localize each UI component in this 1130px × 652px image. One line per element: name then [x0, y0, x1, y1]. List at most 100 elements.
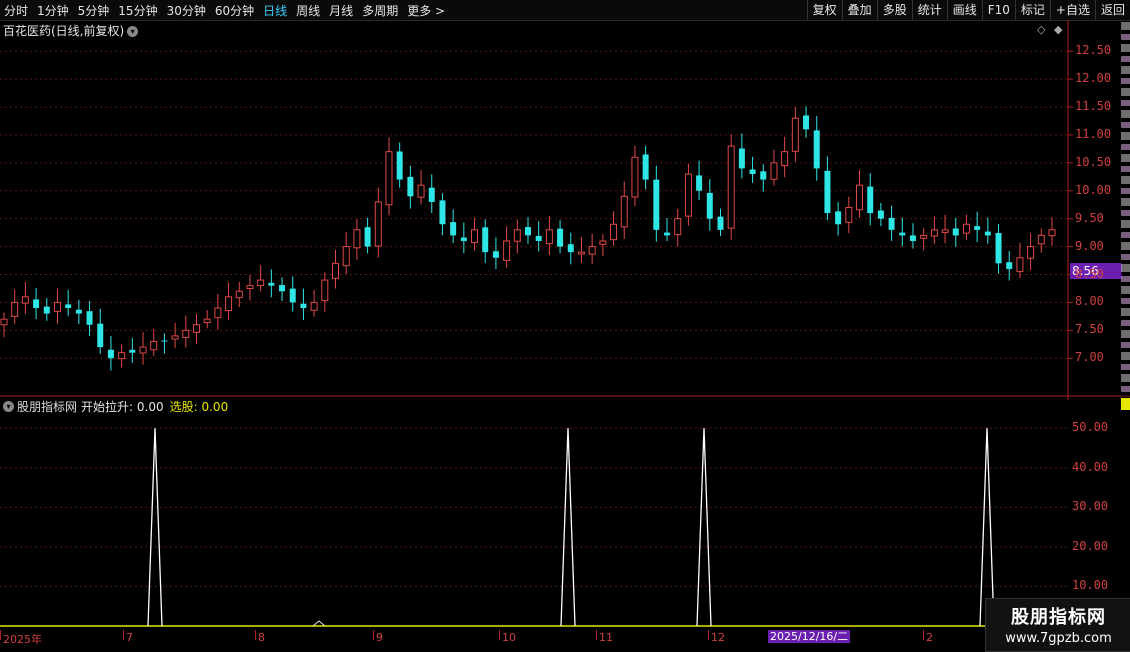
candle-body: [129, 349, 136, 353]
candle-body: [43, 306, 50, 314]
candle-body: [513, 229, 521, 242]
candle-body: [706, 192, 713, 219]
candle-body: [439, 200, 446, 225]
candle-body: [696, 175, 703, 191]
candle-body: [930, 229, 938, 237]
candle-body: [599, 240, 607, 245]
candle-body: [279, 285, 286, 292]
field2-label: 选股:: [169, 400, 198, 414]
date-tick-label: 8: [258, 631, 265, 644]
candle-body: [235, 290, 243, 299]
candle-body: [813, 130, 820, 169]
candle-body: [803, 115, 810, 130]
candle-body: [353, 229, 361, 249]
candle-body: [33, 299, 40, 308]
candle-body: [118, 352, 126, 360]
candle-body: [97, 323, 104, 348]
candle-body: [545, 229, 553, 245]
candle-body: [962, 223, 970, 234]
candle-body: [300, 303, 307, 308]
candle-body: [0, 318, 8, 326]
cursor-date: 2025/12/16/二: [768, 630, 851, 643]
candle-body: [471, 229, 479, 244]
candle-body: [738, 148, 745, 169]
candle-body: [577, 251, 585, 255]
candle-body: [268, 282, 275, 286]
candle-body: [482, 227, 489, 253]
indicator-flag: [1121, 398, 1130, 410]
candle-body: [664, 232, 671, 236]
candle-body: [289, 288, 296, 303]
candle-body: [171, 335, 179, 340]
candle-body: [1027, 246, 1035, 259]
candle-body: [65, 304, 72, 308]
candle-body: [727, 145, 735, 229]
candle-body: [385, 151, 393, 206]
candle-body: [845, 207, 853, 223]
watermark-title: 股朋指标网: [1011, 607, 1106, 628]
date-tick-label: 9: [376, 631, 383, 644]
candle-body: [717, 216, 724, 230]
candle-body: [342, 246, 350, 267]
candle-body: [877, 210, 884, 219]
candle-body: [856, 184, 864, 211]
candle-body: [364, 227, 371, 247]
candle-body: [75, 309, 82, 314]
candle-body: [150, 341, 158, 351]
candle-body: [567, 244, 574, 253]
candle-body: [781, 151, 789, 167]
candle-body: [1006, 262, 1013, 269]
candle-body: [760, 171, 767, 180]
candle-body: [920, 234, 928, 239]
candle-body: [984, 231, 991, 236]
candle-body: [492, 251, 499, 258]
candle-body: [867, 186, 874, 214]
indicator-spike: [560, 428, 576, 627]
indicator-spike: [979, 428, 995, 627]
candle-body: [139, 346, 147, 354]
candle-body: [203, 318, 211, 324]
candle-body: [631, 156, 639, 198]
candle-body: [941, 229, 949, 233]
candle-body: [460, 237, 467, 241]
candle-body: [1016, 257, 1024, 273]
candle-body: [888, 217, 895, 230]
indicator-title[interactable]: ▾ 股朋指标网 开始拉升: 0.00 选股: 0.00: [3, 398, 228, 415]
date-tick-label: 7: [126, 631, 133, 644]
date-tick-label: 2: [926, 631, 933, 644]
candle-body: [53, 301, 61, 312]
candle-body: [653, 179, 660, 230]
candle-body: [214, 307, 222, 319]
candle-body: [749, 169, 756, 174]
candle-body: [770, 162, 778, 180]
right-side-strip: [1121, 22, 1130, 396]
candle-body: [642, 154, 649, 180]
date-tick-label: 10: [502, 631, 516, 644]
candle-body: [11, 301, 19, 317]
candle-body: [428, 187, 435, 202]
candle-body: [407, 176, 414, 197]
date-tick-label: 12: [711, 631, 725, 644]
candle-body: [450, 222, 457, 236]
candle-body: [417, 184, 425, 198]
candle-body: [974, 226, 981, 230]
candle-body: [1048, 229, 1056, 237]
field1-label: 开始拉升:: [81, 400, 134, 414]
candle-body: [182, 329, 190, 339]
candle-body: [21, 296, 29, 304]
candle-body: [899, 232, 906, 236]
candle-body: [620, 195, 628, 228]
candle-body: [332, 262, 340, 279]
candle-body: [1037, 234, 1045, 245]
candle-body: [192, 324, 200, 333]
candle-body: [321, 279, 329, 302]
candle-body: [396, 151, 403, 180]
indicator-name: 股朋指标网: [17, 400, 78, 414]
date-tick-label: 2025年: [3, 633, 42, 646]
chevron-down-icon[interactable]: ▾: [3, 401, 14, 412]
candle-body: [674, 218, 682, 236]
candle-body: [525, 227, 531, 236]
candle-body: [909, 235, 916, 241]
candle-body: [310, 301, 318, 311]
candlestick-chart[interactable]: [0, 0, 1130, 400]
